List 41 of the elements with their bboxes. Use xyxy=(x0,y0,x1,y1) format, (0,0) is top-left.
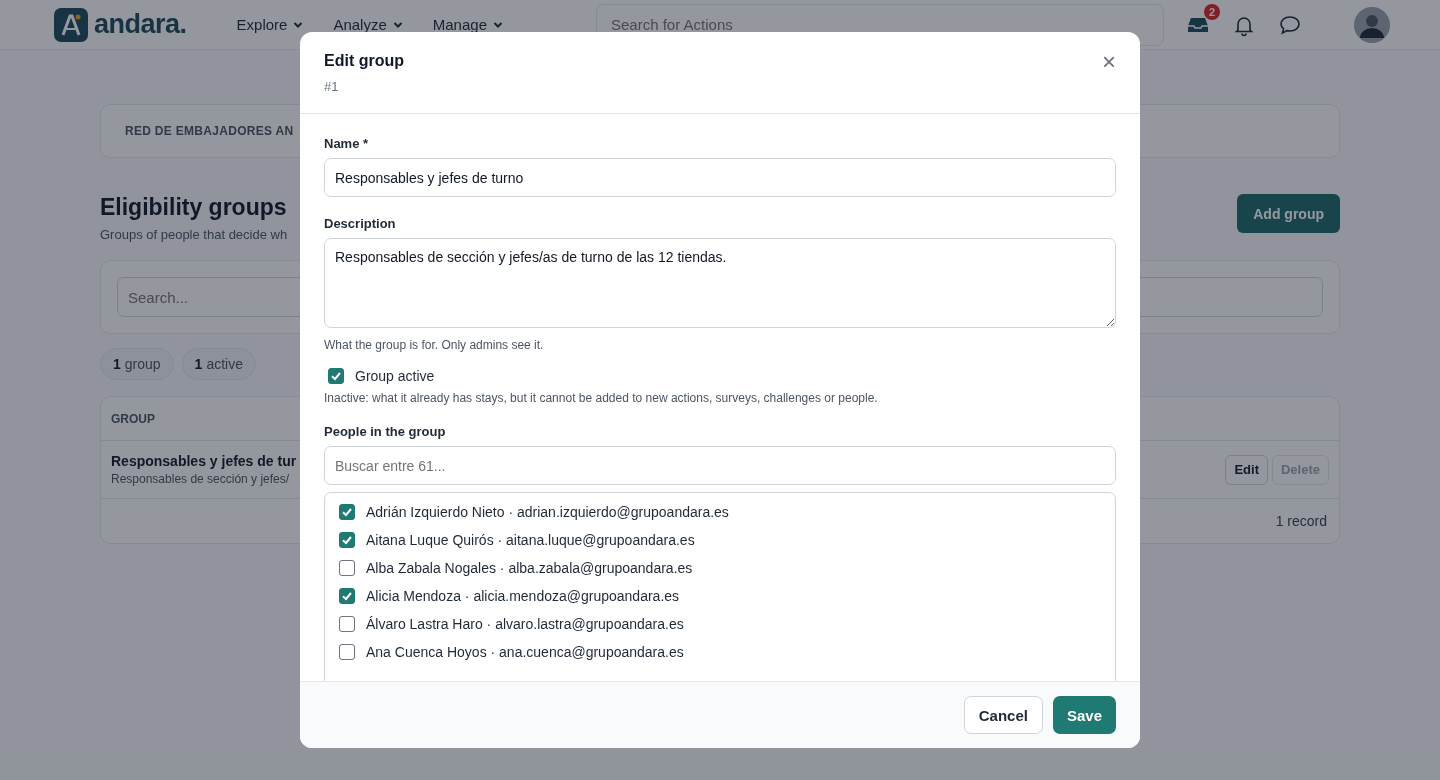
record-count: 1 record xyxy=(1275,513,1327,529)
checkbox[interactable] xyxy=(339,644,355,660)
checkbox[interactable] xyxy=(339,560,355,576)
logo-icon xyxy=(54,7,88,42)
group-name: Responsables y jefes de tur xyxy=(111,453,297,469)
dialog-title: Edit group xyxy=(324,52,404,70)
checkbox[interactable] xyxy=(339,532,355,548)
field-label: Name * xyxy=(324,136,370,151)
dialog-subtitle: #1 xyxy=(324,79,340,94)
row-action-button[interactable]: Edit xyxy=(1225,454,1268,485)
name-field[interactable]: Responsables y jefes de turno xyxy=(324,158,1116,197)
nav-menu[interactable]: Explore xyxy=(236,16,304,33)
counter-chip: 1 group xyxy=(100,348,174,380)
person-label: Ana Cuenca Hoyos · ana.cuenca@grupoandara.es xyxy=(366,644,684,660)
checkbox[interactable] xyxy=(339,504,355,520)
breadcrumb: RED DE EMBAJADORES AN xyxy=(125,124,294,138)
checkbox[interactable] xyxy=(339,588,355,604)
person-label: Adrián Izquierdo Nieto · adrian.izquierdo@grupoandara.es xyxy=(366,504,729,520)
checkbox[interactable] xyxy=(328,368,344,384)
person-label: Álvaro Lastra Haro · alvaro.lastra@grupoandara.es xyxy=(366,616,684,632)
close-button[interactable]: × xyxy=(1102,52,1116,72)
person-label: Alba Zabala Nogales · alba.zabala@grupoandara.es xyxy=(366,560,693,576)
field-label: Description xyxy=(324,216,397,231)
checkbox-label: Group active xyxy=(355,368,435,384)
avatar-icon xyxy=(1354,6,1390,43)
description-field[interactable]: Responsables de sección y jefes/as de turno de las 12 tiendas. xyxy=(324,238,1116,328)
save-button[interactable]: Save xyxy=(1052,696,1116,734)
cancel-button[interactable]: Cancel xyxy=(963,696,1043,734)
people-search-field[interactable]: Buscar entre 61... xyxy=(324,446,1116,485)
person-label: Aitana Luque Quirós · aitana.luque@grupoandara.es xyxy=(366,532,695,548)
add-group-button[interactable]: Add group xyxy=(1237,194,1340,233)
field-hint: What the group is for. Only admins see it. xyxy=(324,338,545,352)
field-label: People in the group xyxy=(324,424,447,439)
notification-badge: 2 xyxy=(1204,3,1220,20)
checkbox[interactable] xyxy=(339,616,355,632)
group-description: Responsables de sección y jefes/ xyxy=(111,472,291,486)
person-label: Alicia Mendoza · alicia.mendoza@grupoandara.es xyxy=(366,588,680,604)
page-subtitle: Groups of people that decide wh xyxy=(100,227,288,242)
counter-chip: 1 active xyxy=(181,348,256,380)
brand-name: andara. xyxy=(94,9,187,40)
page-title: Eligibility groups xyxy=(100,194,288,221)
